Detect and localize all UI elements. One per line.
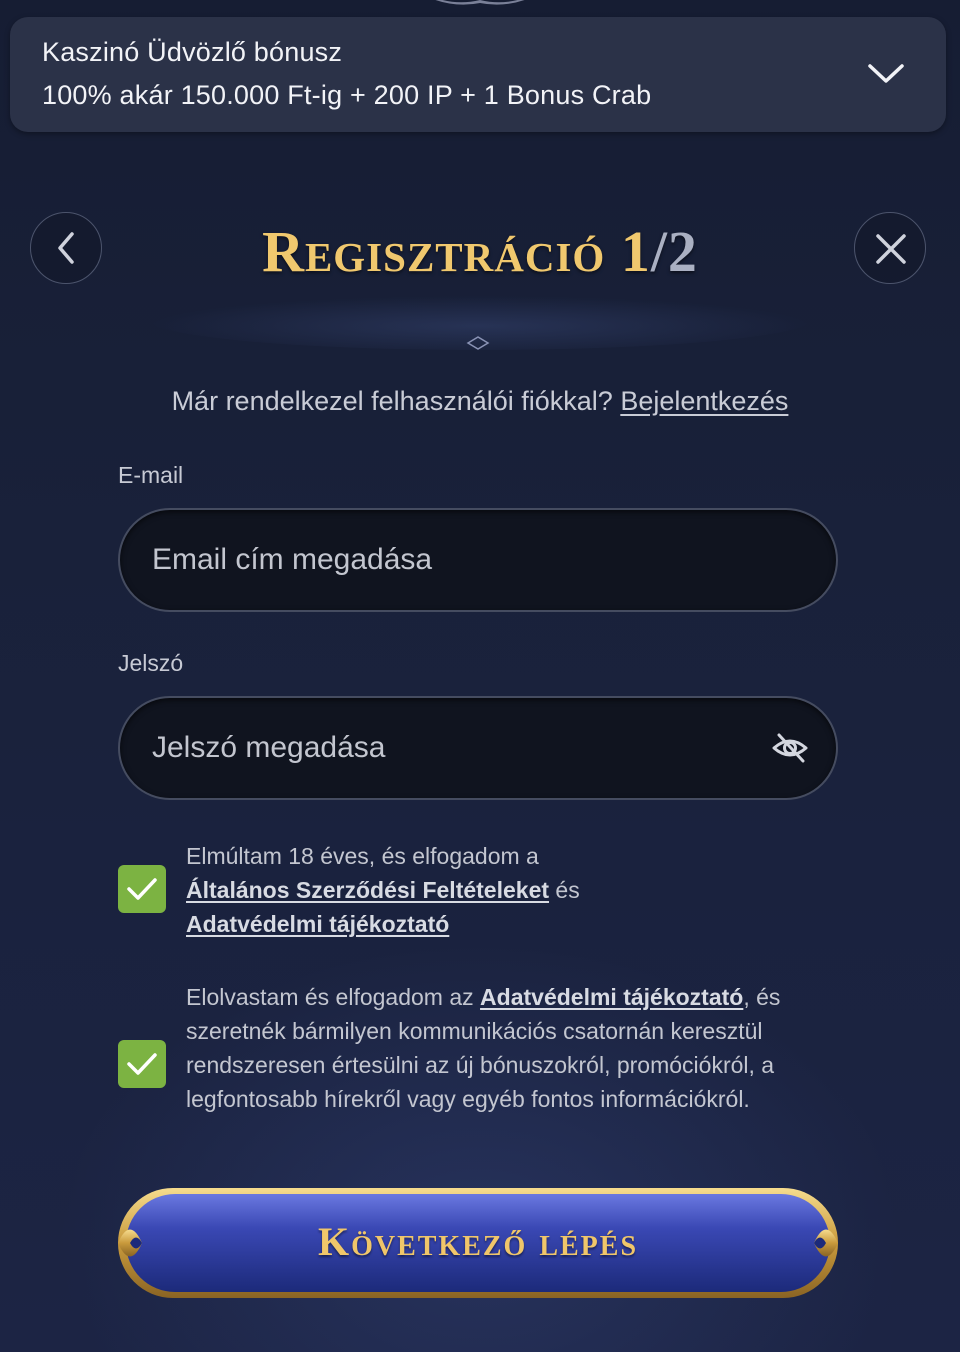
terms-link[interactable]: Általános Szerződési Feltételeket	[186, 877, 549, 903]
marketing-privacy-link[interactable]: Adatvédelmi tájékoztató	[480, 984, 743, 1010]
bonus-description: 100% akár 150.000 Ft-ig + 200 IP + 1 Bon…	[42, 80, 652, 110]
bonus-title: Kaszinó Üdvözlő bónusz	[42, 37, 343, 67]
welcome-bonus-dropdown[interactable]: Kaszinó Üdvözlő bónusz 100% akár 150.000…	[10, 17, 946, 132]
close-icon	[876, 234, 906, 264]
page-title: Regisztráció 1/2	[0, 218, 960, 285]
age-terms-text: Elmúltam 18 éves, és elfogadom a	[186, 843, 539, 869]
marketing-text-before: Elolvastam és elfogadom az	[186, 984, 474, 1010]
marketing-consent-checkbox[interactable]	[118, 1040, 166, 1088]
marketing-consent-text: Elolvastam és elfogadom az Adatvédelmi t…	[186, 980, 846, 1116]
checkmark-icon	[127, 878, 157, 900]
close-button[interactable]	[854, 212, 926, 284]
title-divider	[120, 290, 840, 350]
login-prompt: Már rendelkezel felhasználói fiókkal? Be…	[0, 386, 960, 417]
password-label: Jelszó	[118, 650, 184, 676]
next-step-label: Következő lépés	[317, 1219, 639, 1264]
email-label: E-mail	[118, 462, 184, 488]
email-field-wrapper	[118, 508, 838, 612]
login-link[interactable]: Bejelentkezés	[620, 386, 788, 416]
age-terms-and: és	[555, 877, 580, 903]
age-terms-checkbox[interactable]	[118, 865, 166, 913]
eye-off-icon[interactable]	[770, 730, 810, 766]
age-terms-consent-text: Elmúltam 18 éves, és elfogadom a Általán…	[186, 839, 846, 941]
password-field-wrapper	[118, 696, 838, 800]
top-ornament	[435, 0, 525, 5]
password-input[interactable]	[152, 698, 752, 798]
title-text: Regisztráció	[262, 219, 606, 284]
chevron-down-icon[interactable]	[866, 57, 906, 87]
email-input[interactable]	[152, 510, 752, 610]
step-current: 1	[620, 219, 651, 284]
checkmark-icon	[127, 1053, 157, 1075]
next-step-button[interactable]: Következő lépés	[116, 1186, 840, 1304]
privacy-link[interactable]: Adatvédelmi tájékoztató	[186, 911, 449, 937]
step-total: /2	[650, 219, 698, 284]
login-prompt-text: Már rendelkezel felhasználói fiókkal?	[171, 386, 613, 416]
